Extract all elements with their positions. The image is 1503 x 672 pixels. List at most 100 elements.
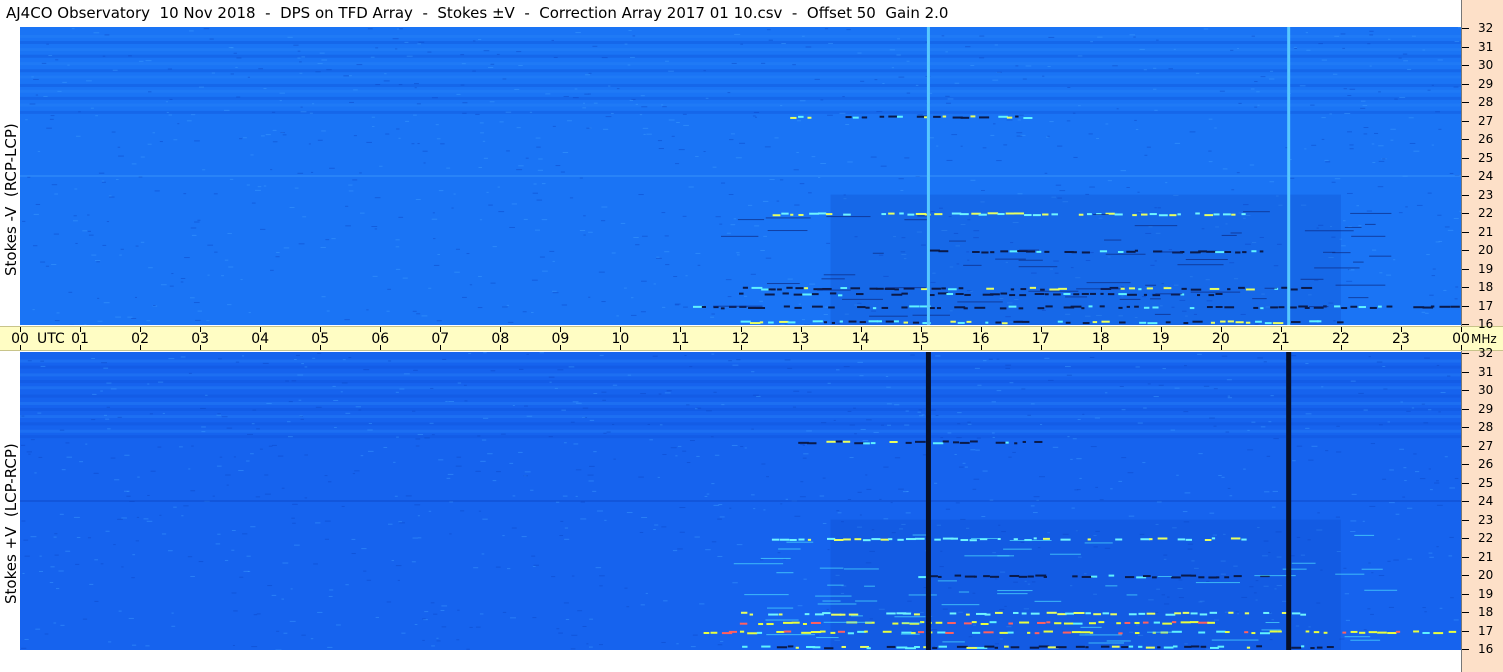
burst-segment-5 xyxy=(1027,631,1031,634)
noise-speck xyxy=(293,44,299,46)
noise-speck xyxy=(1231,189,1235,191)
noise-speck xyxy=(391,560,395,562)
faint-burst xyxy=(1242,211,1270,213)
noise-speck xyxy=(148,91,152,93)
burst-segment-4 xyxy=(937,292,948,295)
noise-speck xyxy=(259,448,263,450)
noise-speck xyxy=(115,316,122,318)
noise-speck xyxy=(658,148,664,150)
burst-segment-2 xyxy=(1126,250,1136,253)
noise-speck xyxy=(807,391,812,393)
faint-burst xyxy=(1190,291,1241,293)
noise-speck xyxy=(849,424,856,426)
freq-tick-mark xyxy=(1462,324,1469,325)
time-tick-mark xyxy=(920,345,922,350)
burst-segment-6 xyxy=(839,320,843,323)
burst-segment-6 xyxy=(956,645,968,648)
noise-speck xyxy=(1027,414,1032,416)
burst-segment-2 xyxy=(1081,575,1093,578)
noise-speck xyxy=(87,230,91,232)
noise-speck xyxy=(874,79,878,81)
noise-speck xyxy=(123,490,130,492)
time-tick-mark xyxy=(620,327,622,332)
burst-segment-6 xyxy=(866,647,871,650)
noise-speck xyxy=(1344,593,1350,595)
noise-speck xyxy=(843,366,850,368)
noise-speck xyxy=(1116,108,1119,110)
noise-speck xyxy=(366,579,372,581)
time-tick-mark xyxy=(860,327,862,332)
noise-speck xyxy=(211,72,216,74)
noise-speck xyxy=(1251,35,1255,37)
noise-speck xyxy=(183,505,189,507)
burst-segment-4 xyxy=(1073,293,1080,296)
burst-segment-3 xyxy=(1244,612,1250,615)
noise-speck xyxy=(739,142,746,144)
noise-speck xyxy=(506,304,510,306)
freq-tick-label: 25 xyxy=(1478,150,1494,165)
noise-speck xyxy=(1016,135,1023,137)
burst-segment-1 xyxy=(1213,213,1220,216)
noise-speck xyxy=(448,401,455,403)
burst-segment-5 xyxy=(1037,307,1045,310)
noise-speck xyxy=(206,320,210,322)
noise-speck xyxy=(1304,148,1307,150)
burst-segment-1 xyxy=(905,538,916,541)
freq-tick-label: 25 xyxy=(1478,475,1494,490)
noise-speck xyxy=(860,428,866,430)
noise-speck xyxy=(642,127,649,129)
noise-speck xyxy=(1369,505,1376,507)
noise-speck xyxy=(576,402,582,404)
freq-tick-mark xyxy=(1462,501,1469,502)
freq-tick-mark xyxy=(1462,287,1469,288)
noise-speck xyxy=(215,543,221,545)
burst-segment-5 xyxy=(1152,306,1159,309)
noise-speck xyxy=(532,192,539,194)
noise-speck xyxy=(1219,90,1225,92)
burst-segment-6 xyxy=(966,320,972,323)
noise-speck xyxy=(752,394,759,396)
burst-segment-6 xyxy=(957,321,965,324)
noise-speck xyxy=(1263,361,1267,363)
faint-burst xyxy=(995,258,1026,260)
noise-speck xyxy=(403,373,410,375)
noise-speck xyxy=(1378,160,1385,162)
noise-speck xyxy=(396,28,400,30)
noise-speck xyxy=(785,498,788,500)
noise-speck xyxy=(762,200,769,202)
noise-speck xyxy=(349,101,354,103)
noise-speck xyxy=(359,212,365,214)
noise-speck xyxy=(86,80,92,82)
faint-burst xyxy=(1177,264,1224,266)
burst-segment-4 xyxy=(1000,292,1008,295)
noise-speck xyxy=(216,414,222,416)
burst-segment-2 xyxy=(1171,576,1181,579)
noise-speck xyxy=(558,632,563,634)
noise-speck xyxy=(627,374,632,376)
noise-speck xyxy=(766,29,771,31)
noise-speck xyxy=(689,440,695,442)
noise-speck xyxy=(329,167,335,169)
noise-speck xyxy=(135,540,139,542)
burst-segment-2 xyxy=(1000,250,1008,253)
freq-tick-label: 30 xyxy=(1478,58,1494,72)
noise-speck xyxy=(398,137,401,139)
noise-speck xyxy=(574,88,578,90)
noise-speck xyxy=(883,466,889,468)
burst-segment-3 xyxy=(1146,612,1156,615)
faint-burst xyxy=(1084,542,1113,544)
noise-speck xyxy=(976,437,981,439)
noise-speck xyxy=(198,561,204,563)
burst-segment-5 xyxy=(783,630,792,633)
noise-speck xyxy=(406,55,413,57)
noise-speck xyxy=(395,565,402,567)
noise-speck xyxy=(1156,501,1162,503)
noise-speck xyxy=(630,56,635,58)
noise-speck xyxy=(1325,161,1331,163)
noise-speck xyxy=(361,548,367,550)
noise-speck xyxy=(1429,556,1434,558)
noise-speck xyxy=(256,613,261,615)
noise-speck xyxy=(387,288,392,290)
noise-speck xyxy=(321,130,326,132)
noise-speck xyxy=(149,413,153,415)
